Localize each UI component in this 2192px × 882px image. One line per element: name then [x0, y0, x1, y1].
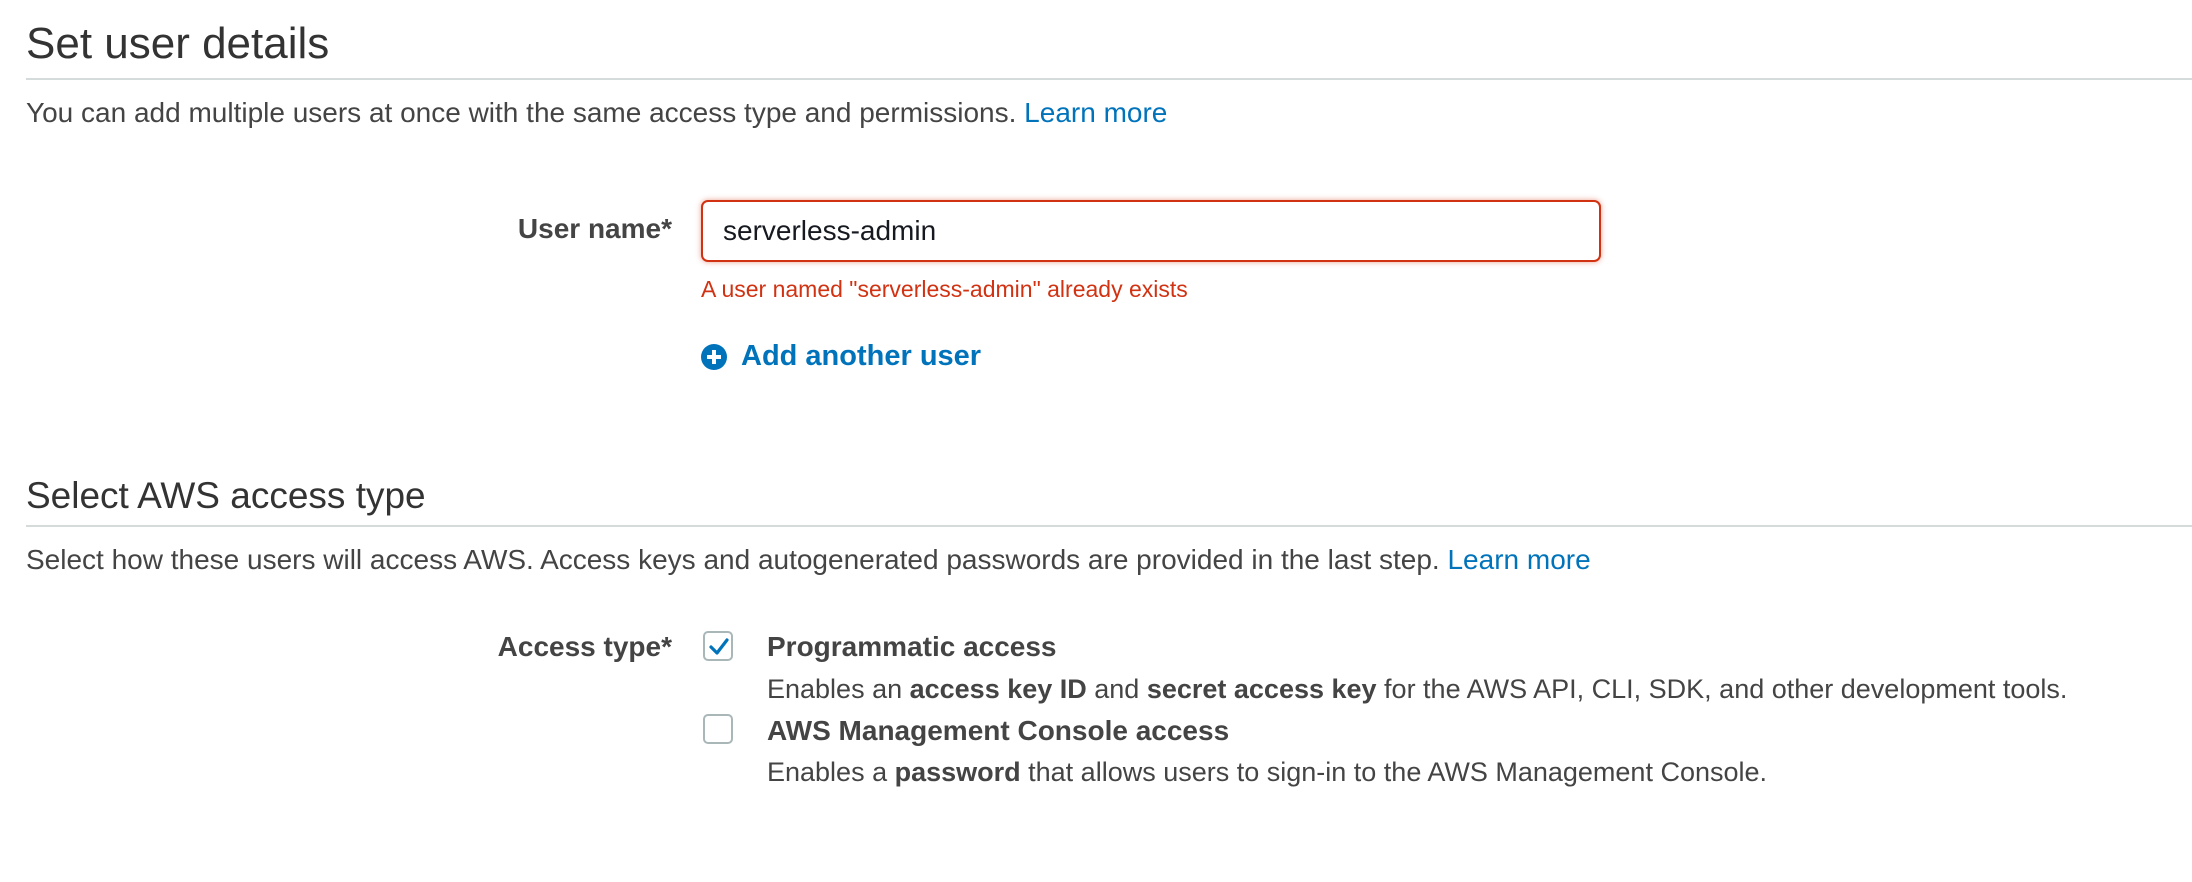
user-name-input[interactable] [701, 200, 1601, 262]
user-name-label: User name* [517, 213, 672, 244]
access-type-description-text: Select how these users will access AWS. … [26, 544, 1440, 575]
user-name-error-message: A user named "serverless-admin" already … [701, 276, 1188, 302]
access-type-label: Access type* [497, 631, 672, 662]
access-type-description: Select how these users will access AWS. … [26, 546, 1591, 574]
user-details-description-text: You can add multiple users at once with … [26, 97, 1017, 128]
programmatic-desc-bold-2: secret access key [1146, 674, 1377, 704]
learn-more-link[interactable]: Learn more [1024, 97, 1167, 128]
console-access-title: AWS Management Console access [767, 715, 1230, 746]
set-user-details-heading: Set user details [26, 19, 330, 68]
programmatic-access-checkbox[interactable] [703, 631, 733, 661]
plus-circle-icon [700, 343, 728, 371]
learn-more-link[interactable]: Learn more [1447, 544, 1590, 575]
programmatic-desc-bold-1: access key ID [909, 674, 1087, 704]
console-access-checkbox[interactable] [703, 714, 733, 744]
programmatic-desc-prefix: Enables an [767, 674, 910, 704]
programmatic-access-title: Programmatic access [767, 631, 1057, 662]
user-details-description: You can add multiple users at once with … [26, 99, 1167, 127]
add-another-user-button[interactable]: Add another user [700, 342, 981, 371]
console-desc-prefix: Enables a [767, 757, 895, 787]
add-another-user-label: Add another user [741, 340, 982, 372]
select-access-type-heading: Select AWS access type [26, 475, 426, 516]
programmatic-desc-mid: and [1086, 674, 1147, 704]
create-user-page: Set user details You can add multiple us… [0, 0, 2192, 882]
console-access-description: Enables a password that allows users to … [767, 759, 1767, 786]
programmatic-desc-suffix: for the AWS API, CLI, SDK, and other dev… [1376, 674, 2068, 704]
section-divider [26, 525, 2192, 527]
console-desc-suffix: that allows users to sign-in to the AWS … [1020, 757, 1768, 787]
checkmark-icon [709, 638, 729, 655]
console-desc-bold: password [894, 757, 1021, 787]
section-divider [26, 78, 2192, 80]
programmatic-access-description: Enables an access key ID and secret acce… [767, 676, 2067, 703]
